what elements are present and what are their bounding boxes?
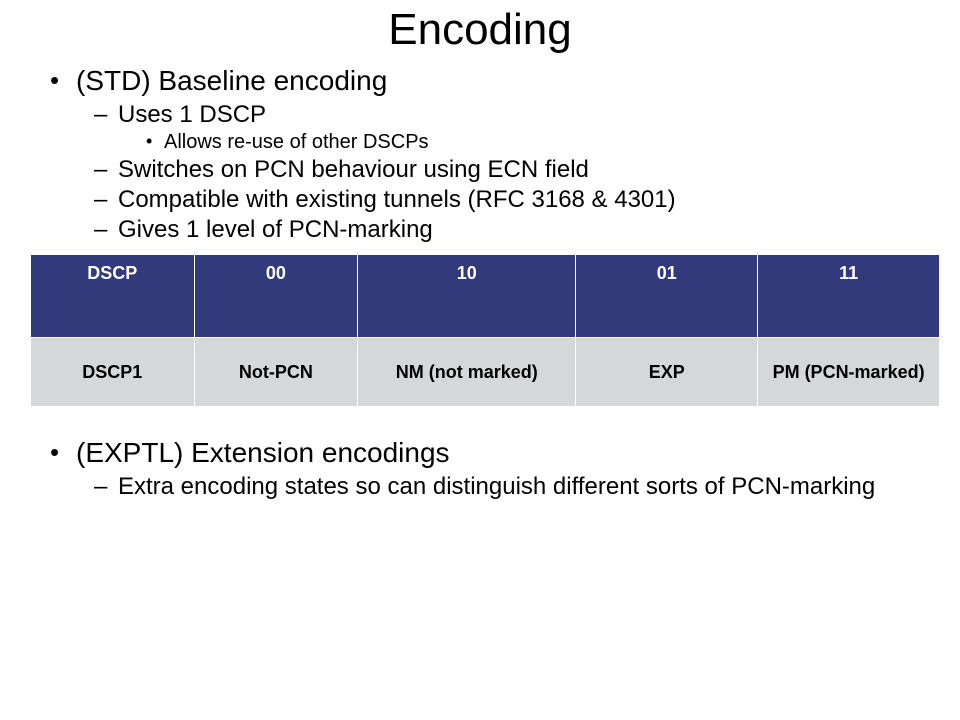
th-11: 11 (758, 255, 940, 338)
sub-switches: Switches on PCN behaviour using ECN fiel… (94, 156, 930, 184)
table-body: DSCP1 Not-PCN NM (not marked) EXP PM (PC… (31, 338, 940, 407)
slide: Encoding (STD) Baseline encoding Uses 1 … (0, 0, 960, 720)
td-nm: NM (not marked) (358, 338, 576, 407)
table-header-row: DSCP 00 10 01 11 (31, 255, 940, 338)
page-title: Encoding (30, 5, 930, 55)
bullet-list-1: (STD) Baseline encoding Uses 1 DSCP Allo… (50, 65, 930, 244)
td-dscp1: DSCP1 (31, 338, 195, 407)
subsub-reuse: Allows re-use of other DSCPs (146, 131, 930, 154)
sub-compatible: Compatible with existing tunnels (RFC 31… (94, 186, 930, 214)
td-pm: PM (PCN-marked) (758, 338, 940, 407)
bullet-list-2: (EXPTL) Extension encodings Extra encodi… (50, 437, 930, 501)
bullet-std-subs: Uses 1 DSCP Allows re-use of other DSCPs… (94, 101, 930, 244)
td-exp: EXP (576, 338, 758, 407)
bullet-std: (STD) Baseline encoding Uses 1 DSCP Allo… (50, 65, 930, 244)
th-00: 00 (194, 255, 358, 338)
th-dscp: DSCP (31, 255, 195, 338)
th-10: 10 (358, 255, 576, 338)
sub-gives-text: Gives 1 level of PCN-marking (118, 216, 433, 243)
sub-extra-states: Extra encoding states so can distinguish… (94, 473, 930, 501)
th-01: 01 (576, 255, 758, 338)
bullet-exptl: (EXPTL) Extension encodings Extra encodi… (50, 437, 930, 501)
sub-switches-text: Switches on PCN behaviour using ECN fiel… (118, 156, 589, 183)
encoding-table: DSCP 00 10 01 11 DSCP1 Not-PCN NM (not m… (30, 254, 940, 407)
subsub-list: Allows re-use of other DSCPs (146, 131, 930, 154)
subsub-reuse-text: Allows re-use of other DSCPs (164, 131, 429, 153)
table-row: DSCP1 Not-PCN NM (not marked) EXP PM (PC… (31, 338, 940, 407)
td-notpcn: Not-PCN (194, 338, 358, 407)
sub-uses-dscp-text: Uses 1 DSCP (118, 101, 266, 128)
sub-extra-states-text: Extra encoding states so can distinguish… (118, 473, 875, 500)
bullet-exptl-subs: Extra encoding states so can distinguish… (94, 473, 930, 501)
sub-compatible-text: Compatible with existing tunnels (RFC 31… (118, 186, 676, 213)
table-header: DSCP 00 10 01 11 (31, 255, 940, 338)
bullet-std-text: (STD) Baseline encoding (76, 65, 387, 96)
sub-gives: Gives 1 level of PCN-marking (94, 216, 930, 244)
sub-uses-dscp: Uses 1 DSCP Allows re-use of other DSCPs (94, 101, 930, 154)
bullet-exptl-text: (EXPTL) Extension encodings (76, 437, 450, 468)
